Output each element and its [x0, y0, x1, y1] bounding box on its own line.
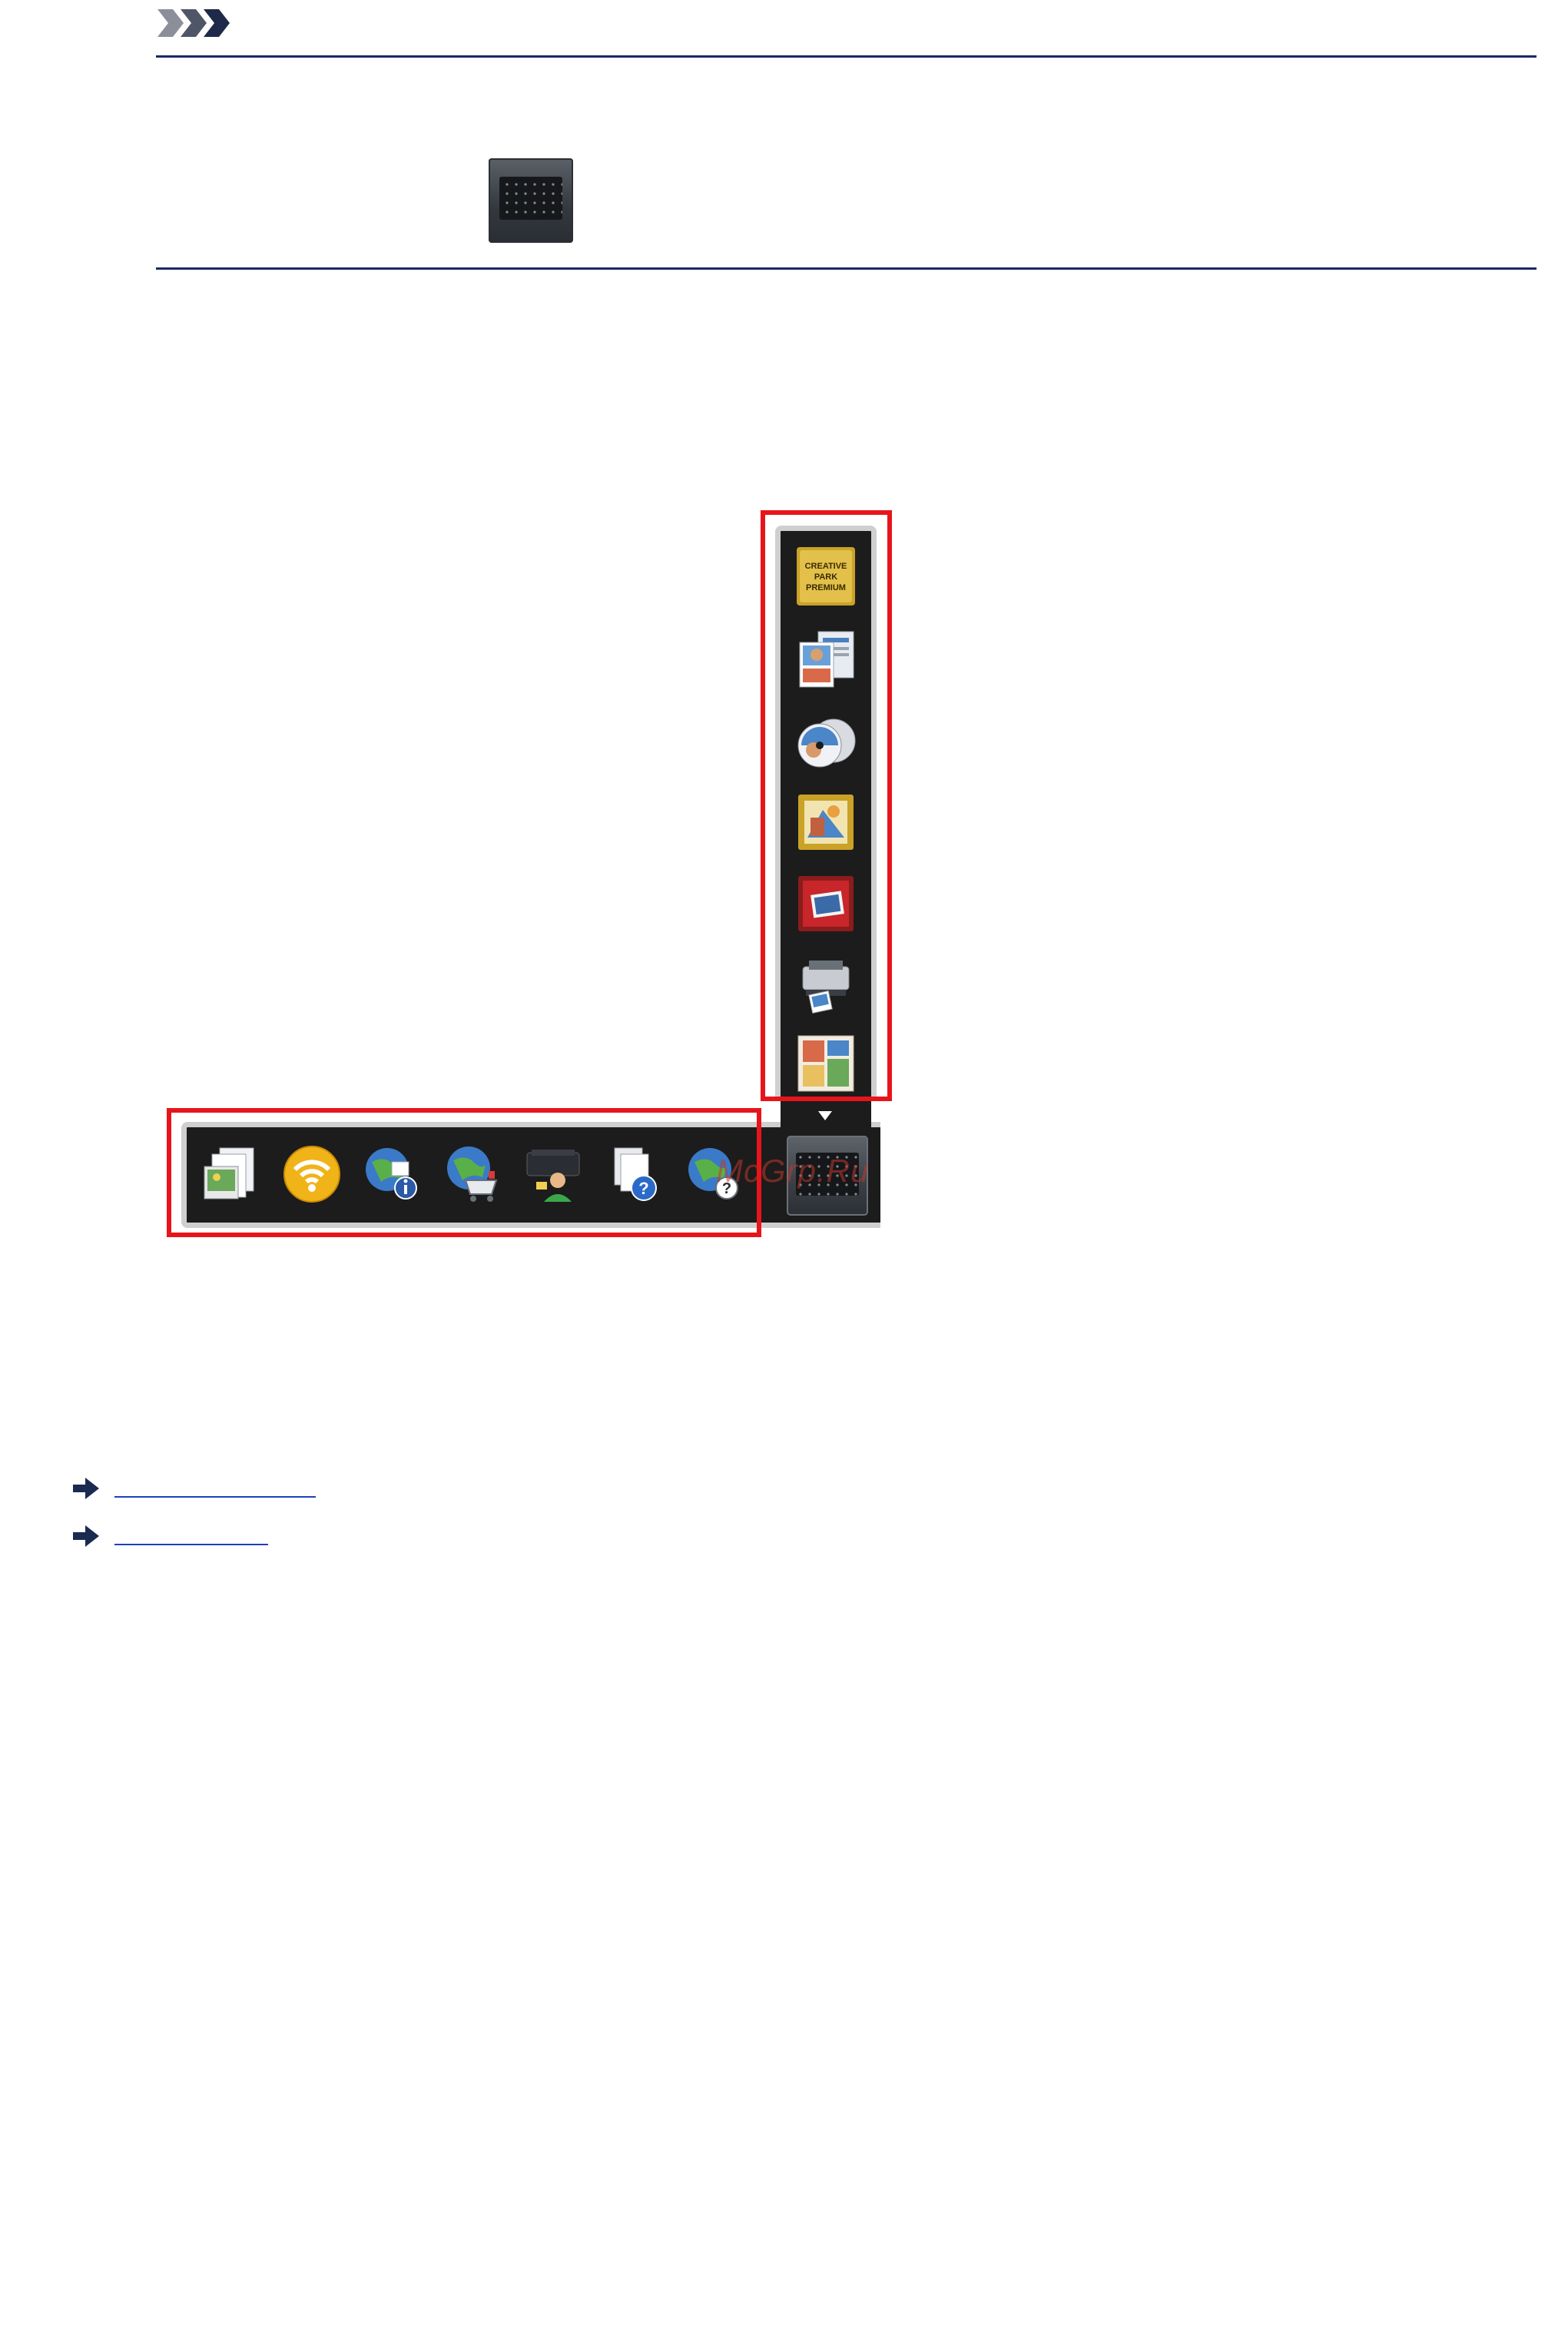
note-rule-bottom — [156, 267, 1537, 270]
highlight-horizontal-frame — [167, 1108, 761, 1237]
link-underline-1[interactable] — [114, 1496, 316, 1498]
arrow-right-icon — [73, 1525, 99, 1547]
link-item-2[interactable] — [73, 1523, 268, 1549]
quick-menu-main-icon — [489, 158, 573, 243]
note-rule-top — [156, 55, 1537, 58]
link-underline-2[interactable] — [114, 1544, 268, 1545]
arrow-right-icon — [73, 1478, 99, 1499]
highlight-vertical-frame — [761, 510, 892, 1101]
note-chevrons-icon — [157, 9, 230, 37]
triangle-down-icon[interactable] — [818, 1111, 832, 1120]
link-item-1[interactable] — [73, 1475, 316, 1501]
